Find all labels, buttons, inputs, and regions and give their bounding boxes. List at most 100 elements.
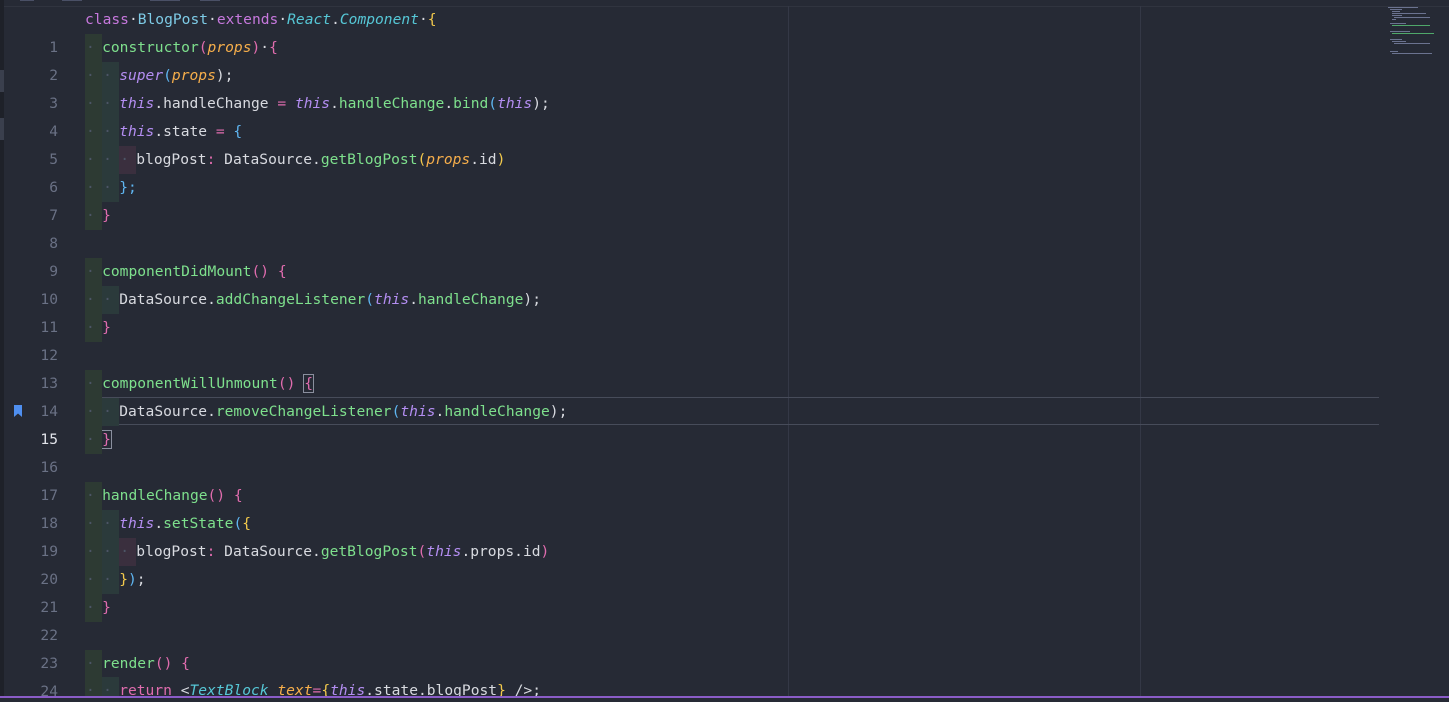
token-punct: . — [409, 291, 418, 308]
token-brace: { — [233, 123, 243, 140]
indent-guide — [85, 286, 103, 314]
code-line[interactable]: 13 — [0, 342, 1380, 392]
token-colon: : — [206, 151, 225, 168]
token-brace: { — [269, 39, 278, 56]
token-function: handleChange — [338, 95, 445, 112]
token-brace: } — [102, 207, 111, 224]
token-punct: ; — [136, 571, 146, 588]
indent-guide — [102, 118, 120, 146]
token-paren: ( — [417, 543, 427, 560]
token-property: .state — [154, 123, 208, 140]
token-brace: { — [225, 487, 243, 504]
token-paren: ( — [488, 95, 498, 112]
token-property: blogPost — [136, 543, 207, 560]
token-property: .props.id — [461, 543, 541, 560]
status-accent-bar — [0, 696, 1449, 702]
code-line[interactable]: 11 DataSource.addChangeListener(this.han… — [0, 286, 1380, 336]
indent-guide — [85, 34, 103, 62]
token-param: props — [171, 67, 216, 84]
matched-brace: } — [101, 430, 112, 449]
token-punct: ); — [532, 95, 550, 112]
token-paren: ( — [233, 515, 243, 532]
code-line-current[interactable]: 15 DataSource.removeChangeListener(this.… — [0, 398, 1380, 448]
code-line[interactable]: 24 render() { — [0, 650, 1380, 700]
indent-guide — [85, 482, 103, 510]
token-this: this — [497, 95, 533, 112]
indent-guide — [85, 538, 103, 566]
code-line[interactable]: 10 componentDidMount() { — [0, 258, 1380, 308]
token-brace: { — [242, 515, 252, 532]
code-line[interactable]: 7 }; — [0, 174, 1380, 224]
token-punct: . — [207, 291, 216, 308]
token-paren: () — [207, 487, 226, 504]
token-brace: } — [119, 571, 128, 588]
indent-guide — [85, 62, 103, 90]
indent-guide — [85, 566, 103, 594]
token-operator: = — [268, 95, 295, 112]
token-operator: = — [207, 123, 234, 140]
token-function: handleChange — [102, 487, 208, 504]
token-this: this — [426, 543, 462, 560]
token-property: handleChange — [444, 403, 550, 420]
token-param: props — [426, 151, 471, 168]
indent-guide — [102, 510, 120, 538]
token-paren: ) — [496, 151, 506, 168]
token-function: getBlogPost — [320, 151, 418, 168]
minimap[interactable] — [1386, 6, 1446, 66]
token-function: addChangeListener — [215, 291, 366, 308]
code-line[interactable]: 4 this.handleChange = this.handleChange.… — [0, 90, 1380, 140]
code-line[interactable]: 2 constructor(props)·{ — [0, 34, 1380, 84]
token-this: this — [400, 403, 436, 420]
token-this: this — [119, 515, 155, 532]
token-function: render — [102, 655, 155, 672]
token-brace: { — [172, 655, 190, 672]
token-punct: . — [331, 11, 340, 28]
code-line[interactable]: 22 } — [0, 594, 1380, 644]
code-line[interactable]: 9 — [0, 230, 1380, 280]
indent-guide — [102, 62, 120, 90]
token-property: blogPost — [136, 151, 207, 168]
code-line[interactable]: 17 — [0, 454, 1380, 504]
code-line[interactable]: 1 class·BlogPost·extends·React.Component… — [0, 6, 1380, 56]
code-line[interactable]: 8 } — [0, 202, 1380, 252]
token-param: props — [207, 39, 252, 56]
code-editor[interactable]: 1 class·BlogPost·extends·React.Component… — [0, 0, 1449, 702]
token-punct: ); — [523, 291, 541, 308]
code-line[interactable]: 3 super(props); — [0, 62, 1380, 112]
code-line[interactable]: 23 — [0, 622, 1380, 672]
token-brace: }; — [119, 179, 137, 196]
code-line[interactable]: 16 } — [0, 426, 1380, 476]
token-function: setState — [163, 515, 234, 532]
token-paren: ( — [417, 151, 427, 168]
token-punct: . — [330, 95, 339, 112]
code-line[interactable]: 19 this.setState({ — [0, 510, 1380, 560]
matched-brace: { — [303, 374, 314, 393]
token-function: constructor — [102, 39, 199, 56]
indent-guide — [85, 258, 103, 286]
indent-guide — [85, 314, 103, 342]
token-brace: { — [269, 263, 287, 280]
token-punct: . — [312, 151, 321, 168]
token-colon: : — [206, 543, 225, 560]
code-line[interactable]: 6 blogPost: DataSource.getBlogPost(props… — [0, 146, 1380, 196]
indent-guide — [85, 146, 103, 174]
token-function: componentDidMount — [102, 263, 252, 280]
code-line[interactable]: 21 }); — [0, 566, 1380, 616]
token-punct: . — [444, 95, 454, 112]
code-line[interactable]: 18 handleChange() { — [0, 482, 1380, 532]
indent-guide — [85, 370, 103, 398]
code-line[interactable]: 20 blogPost: DataSource.getBlogPost(this… — [0, 538, 1380, 588]
code-line[interactable]: 14 componentWillUnmount() { — [0, 370, 1380, 420]
token-keyword: class — [85, 11, 129, 28]
token-property: .handleChange — [154, 95, 269, 112]
token-super: super — [119, 67, 164, 84]
token-identifier: DataSource — [224, 543, 313, 560]
token-paren: ( — [365, 291, 375, 308]
indent-guide — [85, 510, 103, 538]
code-line[interactable]: 12 } — [0, 314, 1380, 364]
indent-guide — [85, 650, 103, 678]
token-punct: . — [154, 515, 164, 532]
code-line[interactable]: 5 this.state = { — [0, 118, 1380, 168]
token-type: React — [287, 11, 332, 28]
